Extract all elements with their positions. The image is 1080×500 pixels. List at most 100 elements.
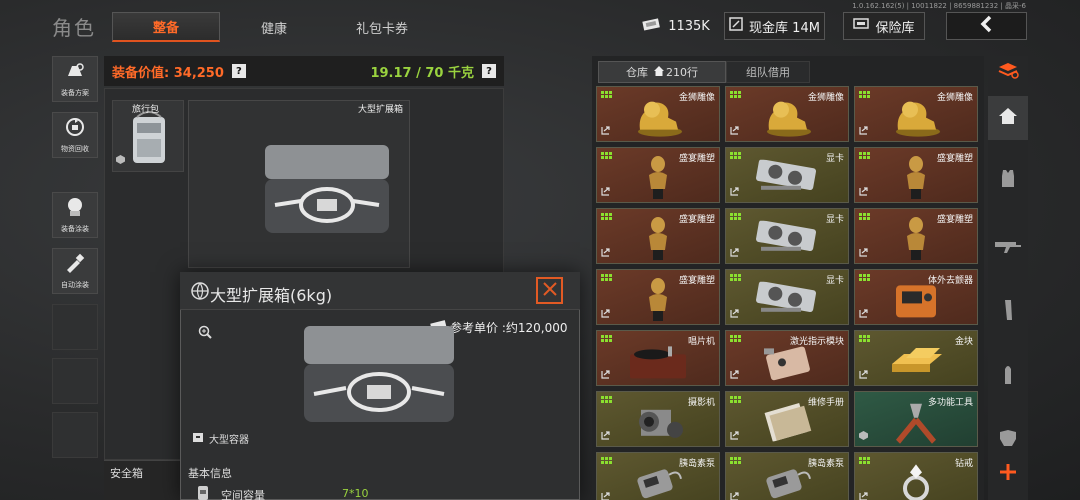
warehouse-item[interactable]: 多功能工具: [854, 391, 978, 447]
paint-icon: [64, 196, 86, 222]
warehouse-item[interactable]: 金狮雕像: [725, 86, 849, 142]
warehouse-item[interactable]: 唱片机: [596, 330, 720, 386]
warehouse-item[interactable]: 钻戒: [854, 452, 978, 500]
export-icon[interactable]: [859, 126, 868, 138]
warehouse-item[interactable]: 金块: [854, 330, 978, 386]
rarity-dots: [601, 274, 612, 281]
export-icon[interactable]: [730, 370, 739, 382]
export-icon[interactable]: [601, 492, 610, 500]
export-icon[interactable]: [730, 126, 739, 138]
page-title: 角色: [52, 16, 96, 40]
sidebar-empty-slot: [52, 304, 98, 350]
warehouse-item[interactable]: 维修手册: [725, 391, 849, 447]
category-add[interactable]: [988, 454, 1028, 494]
cube-icon[interactable]: [859, 431, 868, 443]
laser-module-icon: [760, 340, 814, 384]
tab-health[interactable]: 健康: [220, 12, 328, 42]
coin-balance[interactable]: 1135K: [636, 12, 716, 40]
recycle-label: 物资回收: [61, 145, 89, 153]
warehouse-item[interactable]: 显卡: [725, 269, 849, 325]
gear-plan-button[interactable]: 装备方案: [52, 56, 98, 102]
warehouse-item[interactable]: 盛宴雕塑: [596, 147, 720, 203]
warehouse-item[interactable]: 胰岛素泵: [725, 452, 849, 500]
category-stack[interactable]: [988, 56, 1028, 88]
export-icon[interactable]: [601, 248, 610, 260]
rarity-dots: [730, 335, 741, 342]
export-icon[interactable]: [730, 431, 739, 443]
rarity-dots: [601, 396, 612, 403]
close-icon: [542, 281, 557, 300]
warehouse-item[interactable]: 盛宴雕塑: [854, 147, 978, 203]
safe-box-slot[interactable]: 安全箱: [104, 460, 180, 500]
tab-gift-cards[interactable]: 礼包卡券: [328, 12, 436, 42]
sidebar-empty-slot: [52, 358, 98, 404]
extension-box-slot[interactable]: [188, 100, 410, 268]
warehouse-row-count: 210行: [666, 66, 698, 79]
export-icon[interactable]: [859, 370, 868, 382]
warehouse-item[interactable]: 盛宴雕塑: [596, 208, 720, 264]
warehouse-item[interactable]: 激光指示模块: [725, 330, 849, 386]
version-text: 1.0.162.162(5) | 10011822 | 8659881232 |…: [852, 2, 1026, 10]
recycle-button[interactable]: 物资回收: [52, 112, 98, 158]
equipment-header: 装备价值: 34,250 ? 19.17 / 70 千克 ?: [104, 56, 504, 86]
category-magazine[interactable]: [988, 292, 1028, 332]
cash-vault-button[interactable]: 现金库 14M: [724, 12, 825, 40]
rarity-dots: [859, 152, 870, 159]
export-icon[interactable]: [730, 248, 739, 260]
box-name: 大型扩展箱: [358, 105, 404, 115]
safe-vault-button[interactable]: 保险库: [843, 12, 925, 40]
ammo-icon: [1001, 363, 1015, 389]
rarity-dots: [730, 152, 741, 159]
item-name: 钻戒: [954, 459, 973, 469]
armor-icon: [998, 429, 1018, 451]
export-icon[interactable]: [601, 370, 610, 382]
export-icon[interactable]: [601, 431, 610, 443]
backpack-icon: [127, 109, 171, 171]
export-icon[interactable]: [601, 309, 610, 321]
export-icon[interactable]: [601, 187, 610, 199]
back-button[interactable]: [946, 12, 1027, 40]
auto-paint-label: 自动涂装: [61, 281, 89, 289]
category-vest[interactable]: [988, 160, 1028, 200]
zoom-icon[interactable]: [198, 324, 212, 343]
rarity-dots: [859, 213, 870, 220]
rarity-dots: [730, 274, 741, 281]
weight-help-button[interactable]: ?: [482, 64, 496, 78]
insulin-pump-icon: [633, 465, 683, 500]
value-help-button[interactable]: ?: [231, 64, 246, 78]
close-button[interactable]: [536, 277, 563, 304]
tab-team-borrow[interactable]: 组队借用: [726, 61, 810, 83]
warehouse-item[interactable]: 盛宴雕塑: [854, 208, 978, 264]
export-icon[interactable]: [859, 187, 868, 199]
export-icon[interactable]: [859, 492, 868, 500]
safe-vault-label: 保险库: [875, 20, 915, 36]
warehouse-item[interactable]: 金狮雕像: [596, 86, 720, 142]
tab-warehouse[interactable]: 仓库 210行: [598, 61, 726, 83]
warehouse-item[interactable]: 金狮雕像: [854, 86, 978, 142]
warehouse-item[interactable]: 体外去颤器: [854, 269, 978, 325]
export-icon[interactable]: [859, 309, 868, 321]
gold-bar-icon: [886, 342, 946, 382]
warehouse-item[interactable]: 显卡: [725, 147, 849, 203]
tab-prepare[interactable]: 整备: [112, 12, 220, 42]
export-icon[interactable]: [730, 492, 739, 500]
category-rifle[interactable]: [988, 228, 1028, 268]
warehouse-item[interactable]: 胰岛素泵: [596, 452, 720, 500]
item-name: 胰岛素泵: [807, 459, 844, 469]
warehouse-item[interactable]: 盛宴雕塑: [596, 269, 720, 325]
category-ammo[interactable]: [988, 356, 1028, 396]
warehouse-item[interactable]: 显卡: [725, 208, 849, 264]
rarity-dots: [601, 457, 612, 464]
rarity-dots: [859, 91, 870, 98]
lion-statue-icon: [888, 96, 944, 141]
warehouse-item[interactable]: 摄影机: [596, 391, 720, 447]
gear-plan-icon: [64, 62, 86, 86]
export-icon[interactable]: [601, 126, 610, 138]
export-icon[interactable]: [859, 248, 868, 260]
export-icon[interactable]: [730, 187, 739, 199]
export-icon[interactable]: [730, 309, 739, 321]
auto-paint-button[interactable]: 自动涂装: [52, 248, 98, 294]
rarity-dots: [859, 335, 870, 342]
paint-button[interactable]: 装备涂装: [52, 192, 98, 238]
category-home[interactable]: [988, 96, 1028, 140]
